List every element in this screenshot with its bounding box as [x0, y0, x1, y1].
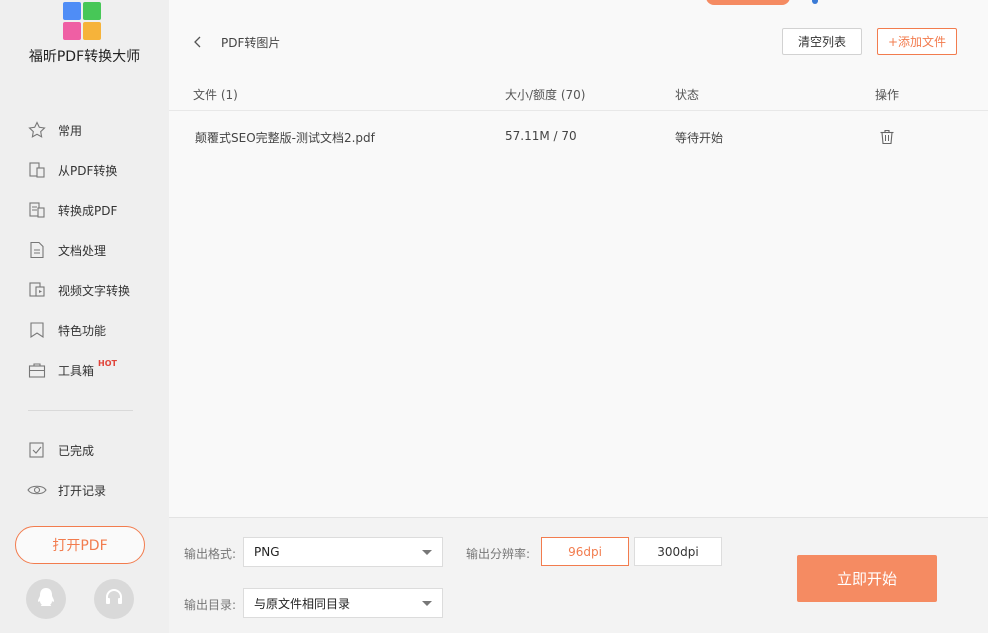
sidebar-item-document[interactable]: 文档处理 — [0, 230, 169, 270]
bookmark-icon — [27, 320, 47, 340]
qq-button[interactable] — [26, 579, 66, 619]
file-status: 等待开始 — [675, 131, 724, 145]
sidebar-item-label: 转换成PDF — [58, 203, 118, 218]
format-label: 输出格式: — [184, 547, 237, 561]
sidebar-item-label: 特色功能 — [58, 323, 107, 338]
sidebar-item-label: 工具箱 — [58, 363, 95, 378]
sidebar-nav: 常用 从PDF转换 转换成PDF 文档处理 视频文字转换 特色功能 工具箱 HO… — [0, 110, 169, 390]
file-size: 57.11M / 70 — [505, 129, 577, 143]
sidebar-divider — [28, 410, 133, 411]
sidebar-item-video-text[interactable]: 视频文字转换 — [0, 270, 169, 310]
table-header-divider — [169, 110, 988, 111]
support-button[interactable] — [94, 579, 134, 619]
format-select[interactable]: PNG — [243, 537, 443, 567]
qq-icon — [35, 586, 57, 612]
delete-button[interactable] — [878, 128, 896, 146]
column-header-status: 状态 — [675, 88, 700, 102]
sidebar-item-label: 视频文字转换 — [58, 283, 131, 298]
trash-icon — [878, 129, 896, 150]
output-options-panel: 输出格式: PNG 输出分辨率: 96dpi 300dpi 输出目录: 与原文件… — [169, 517, 988, 633]
to-pdf-icon — [27, 200, 47, 220]
column-header-action: 操作 — [875, 88, 900, 102]
chevron-left-icon — [193, 33, 211, 51]
hot-badge: HOT — [98, 359, 117, 368]
dpi-96-option[interactable]: 96dpi — [541, 537, 629, 566]
app-logo — [63, 2, 101, 40]
file-name: 颠覆式SEO完整版-测试文档2.pdf — [195, 131, 375, 145]
document-icon — [27, 240, 47, 260]
sidebar-item-toolbox[interactable]: 工具箱 HOT — [0, 350, 169, 390]
column-header-size: 大小/额度 (70) — [505, 88, 586, 102]
open-pdf-button[interactable]: 打开PDF — [15, 526, 145, 564]
from-pdf-icon — [27, 160, 47, 180]
top-promo-tab[interactable] — [706, 0, 790, 5]
output-dir-value: 与原文件相同目录 — [254, 596, 351, 611]
checked-doc-icon — [27, 440, 47, 460]
add-file-button[interactable]: +添加文件 — [877, 28, 957, 55]
video-text-icon — [27, 280, 47, 300]
sidebar-item-common[interactable]: 常用 — [0, 110, 169, 150]
star-icon — [27, 120, 47, 140]
caret-down-icon — [422, 550, 432, 555]
sidebar-item-features[interactable]: 特色功能 — [0, 310, 169, 350]
dpi-300-option[interactable]: 300dpi — [634, 537, 722, 566]
format-value: PNG — [254, 545, 280, 559]
sidebar-item-label: 已完成 — [58, 443, 95, 458]
start-button[interactable]: 立即开始 — [797, 555, 937, 602]
page-title: PDF转图片 — [221, 35, 281, 50]
caret-down-icon — [422, 601, 432, 606]
column-header-file: 文件 (1) — [193, 88, 238, 102]
sidebar-item-label: 打开记录 — [58, 483, 107, 498]
resolution-label: 输出分辨率: — [466, 547, 531, 561]
sidebar-item-from-pdf[interactable]: 从PDF转换 — [0, 150, 169, 190]
eye-icon — [27, 480, 47, 500]
output-dir-select[interactable]: 与原文件相同目录 — [243, 588, 443, 618]
app-title: 福昕PDF转换大师 — [28, 49, 141, 65]
sidebar-item-completed[interactable]: 已完成 — [0, 430, 169, 470]
headset-icon — [103, 586, 125, 612]
top-indicator — [812, 0, 818, 4]
clear-list-button[interactable]: 清空列表 — [782, 28, 862, 55]
sidebar-item-to-pdf[interactable]: 转换成PDF — [0, 190, 169, 230]
dir-label: 输出目录: — [184, 598, 237, 612]
sidebar-item-label: 常用 — [58, 123, 83, 138]
sidebar: 福昕PDF转换大师 常用 从PDF转换 转换成PDF 文档处理 视频文字转换 特… — [0, 0, 169, 633]
sidebar-secondary-nav: 已完成 打开记录 — [0, 430, 169, 510]
sidebar-item-label: 从PDF转换 — [58, 163, 118, 178]
toolbox-icon — [27, 360, 47, 380]
back-button[interactable]: PDF转图片 — [193, 33, 280, 51]
sidebar-item-history[interactable]: 打开记录 — [0, 470, 169, 510]
sidebar-item-label: 文档处理 — [58, 243, 107, 258]
